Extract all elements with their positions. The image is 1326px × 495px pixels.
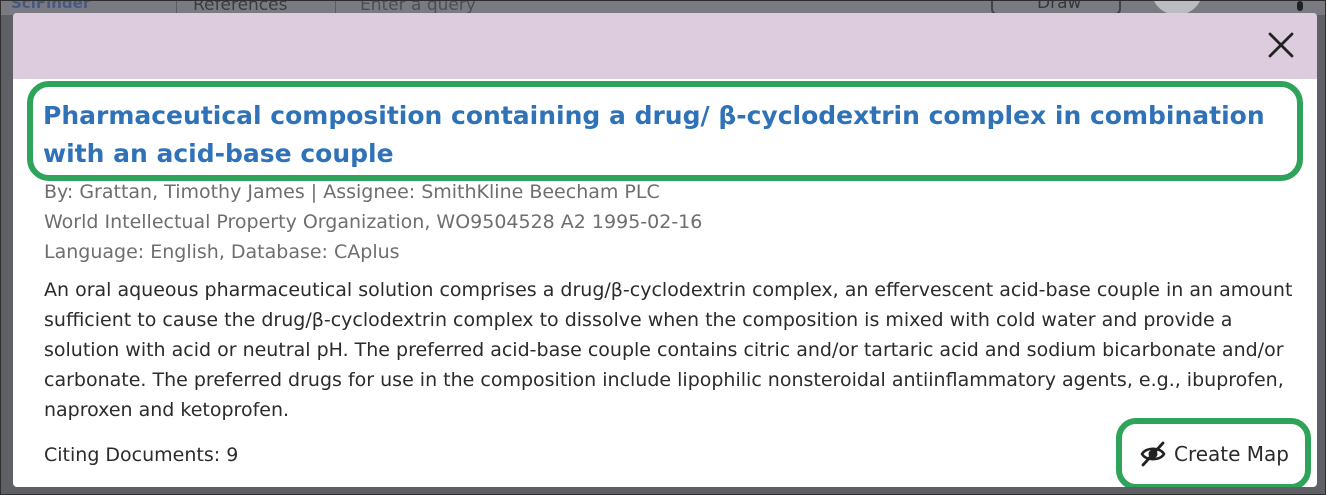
create-map-button[interactable]: Create Map (1138, 439, 1289, 469)
byline: By: Grattan, Timothy James | Assignee: S… (44, 181, 660, 203)
close-icon (1268, 32, 1294, 58)
reference-title-link[interactable]: Pharmaceutical composition containing a … (43, 97, 1289, 173)
background-logo: SciFinder (11, 0, 91, 12)
map-icon (1140, 441, 1166, 467)
close-button[interactable] (1263, 27, 1299, 63)
language-database: Language: English, Database: CAplus (44, 241, 400, 263)
create-map-label: Create Map (1173, 442, 1290, 466)
reference-detail-modal: Pharmaceutical composition containing a … (13, 13, 1317, 487)
modal-header (13, 13, 1317, 79)
background-menu-icon (1297, 1, 1303, 11)
create-map-highlight: Create Map (1116, 418, 1311, 487)
title-highlight: Pharmaceutical composition containing a … (27, 81, 1303, 181)
source-info: World Intellectual Property Organization… (44, 211, 703, 233)
abstract-text: An oral aqueous pharmaceutical solution … (44, 279, 1293, 421)
citing-documents: Citing Documents: 9 (44, 444, 239, 466)
screen-frame: SciFinder References Enter a query Draw … (0, 0, 1326, 495)
